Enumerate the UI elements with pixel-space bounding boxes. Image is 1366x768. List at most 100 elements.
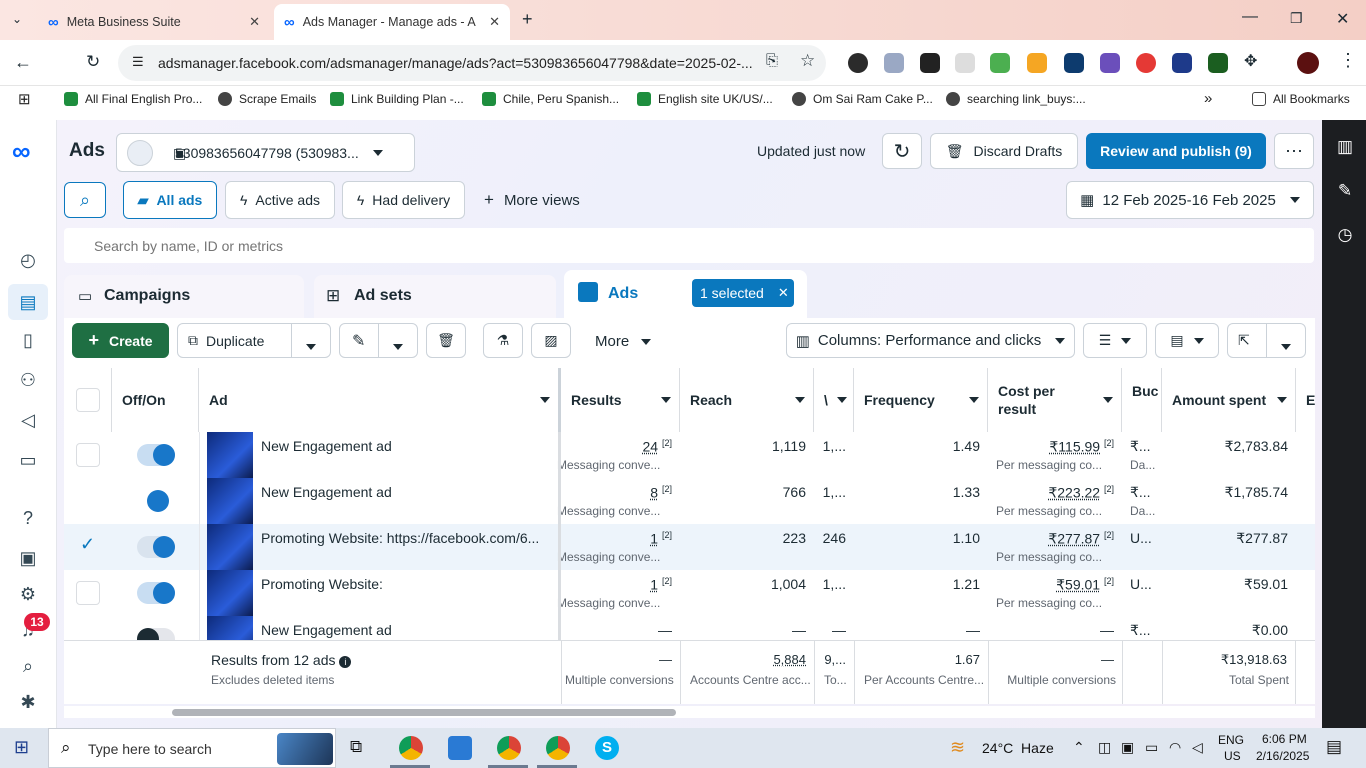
close-tab-icon[interactable]: ✕ bbox=[489, 14, 500, 30]
restore-icon[interactable]: ❐ bbox=[1290, 10, 1303, 27]
skype-icon[interactable]: S bbox=[595, 736, 619, 760]
extension-icon[interactable] bbox=[955, 53, 975, 73]
extension-icon[interactable] bbox=[1027, 53, 1047, 73]
extension-icon[interactable] bbox=[884, 53, 904, 73]
bookmark-item[interactable]: English site UK/US/... bbox=[637, 92, 773, 106]
table-row[interactable]: New Engagement ad — — — — — ₹... ₹0.00 bbox=[64, 616, 1315, 640]
search-input[interactable] bbox=[64, 228, 1314, 263]
discard-drafts-button[interactable]: 🗑 Discard Drafts bbox=[930, 133, 1078, 169]
all-bookmarks[interactable]: All Bookmarks bbox=[1252, 92, 1350, 106]
url-bar[interactable]: ☰ adsmanager.facebook.com/adsmanager/man… bbox=[118, 45, 826, 81]
extension-icon[interactable] bbox=[1136, 53, 1156, 73]
delete-button[interactable]: 🗑 bbox=[426, 323, 466, 358]
column-header-frequency[interactable]: Frequency bbox=[854, 368, 988, 432]
help-icon[interactable]: ? bbox=[16, 506, 40, 530]
notifications-center-icon[interactable]: ▤ bbox=[1326, 737, 1342, 757]
bookmark-item[interactable]: All Final English Pro... bbox=[64, 92, 202, 106]
info-icon[interactable]: i bbox=[339, 656, 352, 668]
table-row[interactable]: New Engagement ad 24 [2] Messaging conve.… bbox=[64, 432, 1315, 478]
edit-pencil-icon[interactable]: ✎ bbox=[1334, 180, 1356, 202]
more-options-button[interactable]: ⋯ bbox=[1274, 133, 1314, 169]
tab-ads[interactable]: Ads 1 selected ✕ bbox=[564, 270, 807, 320]
tray-app-icon[interactable]: ▣ bbox=[1121, 739, 1134, 756]
profile-avatar[interactable] bbox=[1297, 52, 1319, 74]
bookmark-item[interactable]: Chile, Peru Spanish... bbox=[482, 92, 619, 106]
column-header-truncated[interactable]: \ bbox=[814, 368, 854, 432]
ad-toggle[interactable] bbox=[137, 582, 175, 604]
weather-text[interactable]: 24°C Haze bbox=[982, 740, 1054, 756]
extensions-puzzle-icon[interactable]: ✥ bbox=[1244, 51, 1257, 71]
review-publish-button[interactable]: Review and publish (9) bbox=[1086, 133, 1266, 169]
ad-toggle[interactable] bbox=[137, 628, 175, 640]
dashboard-gauge-icon[interactable]: ◴ bbox=[16, 248, 40, 272]
column-header-results[interactable]: Results bbox=[561, 368, 680, 432]
row-checkbox[interactable] bbox=[76, 443, 100, 467]
account-selector[interactable]: ▣ 530983656047798 (530983... bbox=[116, 133, 415, 172]
column-header-ad[interactable]: Ad bbox=[199, 368, 561, 432]
tab-meta-business-suite[interactable]: ∞ Meta Business Suite ✕ bbox=[38, 4, 270, 40]
clear-selection-icon[interactable]: ✕ bbox=[778, 285, 789, 301]
tab-ads-manager[interactable]: ∞ Ads Manager - Manage ads - A ✕ bbox=[274, 4, 510, 40]
extension-icon[interactable] bbox=[990, 53, 1010, 73]
ad-toggle[interactable] bbox=[137, 490, 175, 512]
table-row[interactable]: New Engagement ad 8 [2] Messaging conve..… bbox=[64, 478, 1315, 524]
ad-toggle[interactable] bbox=[137, 444, 175, 466]
task-view-icon[interactable]: ⧉ bbox=[350, 737, 362, 757]
news-icon[interactable]: ▣ bbox=[16, 546, 40, 570]
row-checkbox-checked-icon[interactable]: ✓ bbox=[80, 534, 95, 555]
edit-dropdown[interactable] bbox=[393, 338, 403, 353]
clock-time[interactable]: 6:06 PM bbox=[1262, 732, 1307, 746]
minimize-icon[interactable]: — bbox=[1242, 8, 1258, 26]
reports-dropdown[interactable]: ▤ bbox=[1155, 323, 1219, 358]
extension-icon[interactable] bbox=[1208, 53, 1228, 73]
select-all-header[interactable] bbox=[64, 368, 112, 432]
duplicate-dropdown[interactable] bbox=[306, 338, 316, 353]
tray-app-icon[interactable]: ◫ bbox=[1098, 739, 1111, 756]
battery-icon[interactable]: ▭ bbox=[1145, 739, 1158, 756]
close-tab-icon[interactable]: ✕ bbox=[249, 14, 260, 30]
column-header-reach[interactable]: Reach bbox=[680, 368, 814, 432]
export-dropdown[interactable] bbox=[1281, 338, 1291, 353]
column-header-budget[interactable]: Buc bbox=[1122, 368, 1162, 432]
horizontal-scrollbar[interactable] bbox=[172, 709, 676, 716]
row-checkbox[interactable] bbox=[76, 581, 100, 605]
bug-report-icon[interactable]: ✱ bbox=[16, 690, 40, 714]
ab-test-button[interactable]: ⚗ bbox=[483, 323, 523, 358]
language-indicator[interactable]: ENG bbox=[1218, 733, 1244, 747]
browser-menu-icon[interactable]: ⋮ bbox=[1339, 50, 1357, 71]
columns-dropdown[interactable]: ▥ Columns: Performance and clicks bbox=[786, 323, 1075, 358]
back-icon[interactable]: ← bbox=[14, 52, 32, 73]
table-row[interactable]: ✓ Promoting Website: https://facebook.co… bbox=[64, 524, 1315, 570]
more-button[interactable]: More bbox=[595, 333, 652, 350]
column-header-cost-per-result[interactable]: Cost per result bbox=[988, 368, 1122, 432]
selected-chip[interactable]: 1 selected ✕ bbox=[692, 279, 794, 307]
meta-logo-icon[interactable]: ∞ bbox=[12, 136, 31, 167]
search-bar[interactable] bbox=[64, 228, 1314, 263]
wifi-icon[interactable]: ◠ bbox=[1169, 739, 1181, 756]
tab-ad-sets[interactable]: ⊞ Ad sets bbox=[314, 275, 556, 318]
extension-icon[interactable] bbox=[1100, 53, 1120, 73]
apps-grid-icon[interactable]: ⊞ bbox=[18, 90, 31, 108]
extension-icon[interactable] bbox=[1064, 53, 1084, 73]
ads-table-icon[interactable]: ▤ bbox=[16, 290, 40, 314]
ad-toggle[interactable] bbox=[137, 536, 175, 558]
audiences-icon[interactable]: ⚇ bbox=[16, 368, 40, 392]
megaphone-icon[interactable]: ◁ bbox=[16, 408, 40, 432]
bookmark-item[interactable]: searching link_buys:... bbox=[946, 92, 1086, 106]
more-bookmarks-icon[interactable]: » bbox=[1204, 90, 1212, 107]
settings-gear-icon[interactable]: ⚙ bbox=[16, 582, 40, 606]
tab-campaigns[interactable]: ▭ Campaigns bbox=[64, 275, 304, 318]
volume-muted-icon[interactable]: ◁ bbox=[1192, 739, 1203, 756]
chrome-icon[interactable] bbox=[399, 736, 423, 760]
tab-search-dropdown-icon[interactable]: ⌄ bbox=[12, 12, 22, 26]
chrome-icon[interactable] bbox=[546, 736, 570, 760]
breakdown-dropdown[interactable]: ☰ bbox=[1083, 323, 1147, 358]
column-header-truncated-e[interactable]: E bbox=[1296, 368, 1315, 432]
create-button[interactable]: + Create bbox=[72, 323, 169, 358]
refresh-button[interactable]: ↻ bbox=[882, 133, 922, 169]
search-icon[interactable]: ⌕ bbox=[16, 654, 40, 678]
site-settings-icon[interactable]: ☰ bbox=[132, 54, 144, 70]
charts-icon[interactable]: ▥ bbox=[1334, 136, 1356, 158]
preview-button[interactable]: ▨ bbox=[531, 323, 571, 358]
more-views-button[interactable]: + More views bbox=[484, 190, 580, 210]
